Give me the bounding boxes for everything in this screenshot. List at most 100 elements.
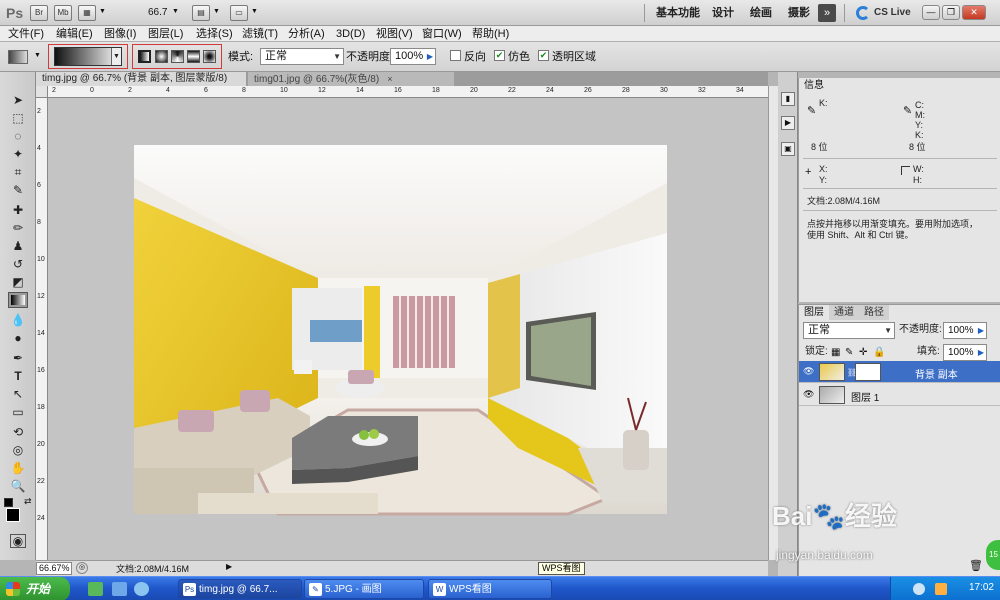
- zoom-tool-icon[interactable]: 🔍: [8, 478, 28, 494]
- screen-mode-icon[interactable]: ▭: [230, 5, 248, 21]
- chevron-down-icon[interactable]: ▼: [213, 8, 220, 15]
- quick-launch-icon[interactable]: [112, 582, 127, 596]
- cs-live-button[interactable]: CS Live: [874, 4, 911, 22]
- fill-input[interactable]: 100% ▶: [943, 344, 987, 361]
- task-paint[interactable]: ✎ 5.JPG - 画图: [304, 579, 424, 599]
- swap-colors-icon[interactable]: ⇄: [24, 496, 32, 507]
- menu-edit[interactable]: 编辑(E): [56, 27, 93, 41]
- shape-tool-icon[interactable]: ▭: [8, 404, 28, 420]
- close-button[interactable]: ✕: [962, 5, 986, 20]
- linear-gradient-icon[interactable]: [138, 50, 151, 63]
- mini-bridge-button[interactable]: Mb: [54, 5, 72, 21]
- quick-launch-icon[interactable]: [88, 582, 103, 596]
- menu-view[interactable]: 视图(V): [376, 27, 413, 41]
- zoom-level[interactable]: 66.7: [148, 4, 167, 22]
- tab-info[interactable]: 信息: [799, 78, 829, 93]
- chevron-down-icon[interactable]: ▼: [172, 8, 179, 15]
- chevron-down-icon[interactable]: ▼: [111, 48, 121, 65]
- mode-select[interactable]: 正常 ▼: [260, 48, 344, 65]
- tab-channels[interactable]: 通道: [829, 305, 859, 320]
- opacity-input[interactable]: 100% ▶: [390, 48, 436, 65]
- gradient-tool-preset-icon[interactable]: [8, 50, 28, 64]
- menu-select[interactable]: 选择(S): [196, 27, 233, 41]
- transparency-checkbox[interactable]: ✔: [538, 50, 549, 61]
- start-button[interactable]: 开始: [0, 577, 70, 600]
- task-wps-viewer[interactable]: W WPS看图: [428, 579, 552, 599]
- quick-mask-icon[interactable]: ◉: [10, 534, 26, 548]
- quick-launch-icon[interactable]: [134, 582, 149, 596]
- eye-icon[interactable]: 👁: [803, 389, 814, 400]
- layer-row-layer-1[interactable]: 👁 图层 1: [799, 384, 1000, 406]
- chevron-right-icon[interactable]: ▶: [226, 562, 232, 571]
- eraser-tool-icon[interactable]: ◩: [8, 274, 28, 290]
- type-tool-icon[interactable]: T: [8, 368, 28, 384]
- gradient-tool-icon[interactable]: [8, 292, 28, 308]
- task-photoshop[interactable]: Ps timg.jpg @ 66.7...: [178, 579, 302, 599]
- workspace-painting[interactable]: 绘画: [744, 4, 778, 22]
- menu-layer[interactable]: 图层(L): [148, 27, 183, 41]
- more-workspaces-button[interactable]: »: [818, 4, 836, 22]
- 3d-rotate-tool-icon[interactable]: ⟲: [8, 424, 28, 440]
- angle-gradient-icon[interactable]: [171, 50, 184, 63]
- layer-mask-thumbnail[interactable]: [855, 363, 881, 381]
- lock-transparency-icon[interactable]: ▦: [831, 347, 840, 358]
- crop-tool-icon[interactable]: ⌗: [8, 164, 28, 180]
- path-selection-tool-icon[interactable]: ↖: [8, 386, 28, 402]
- navigator-icon[interactable]: ▶: [781, 116, 795, 130]
- vertical-scrollbar[interactable]: [768, 86, 778, 560]
- move-tool-icon[interactable]: ➤: [8, 92, 28, 108]
- workspace-photography[interactable]: 摄影: [782, 4, 816, 22]
- lock-pixels-icon[interactable]: ✎: [845, 347, 853, 358]
- lock-position-icon[interactable]: ✛: [859, 347, 867, 358]
- diamond-gradient-icon[interactable]: [203, 50, 216, 63]
- menu-filter[interactable]: 滤镜(T): [242, 27, 278, 41]
- minimize-button[interactable]: —: [922, 5, 940, 20]
- delete-layer-icon[interactable]: 🗑: [969, 559, 983, 572]
- close-tab-icon[interactable]: ×: [387, 74, 392, 84]
- network-icon[interactable]: [913, 583, 925, 595]
- quick-selection-tool-icon[interactable]: ✦: [8, 146, 28, 162]
- ruler-origin[interactable]: [36, 86, 48, 98]
- menu-analysis[interactable]: 分析(A): [288, 27, 325, 41]
- tab-timg[interactable]: timg.jpg @ 66.7% (背景 副本, 图层蒙版/8) *×: [36, 72, 246, 99]
- brush-tool-icon[interactable]: ✏: [8, 220, 28, 236]
- bridge-button[interactable]: Br: [30, 5, 48, 21]
- notification-badge[interactable]: 15: [986, 540, 1000, 570]
- status-zoom[interactable]: 66.67%: [36, 562, 72, 575]
- vertical-ruler[interactable]: 2 4 6 8 10 12 14 16 18 20 22 24: [36, 98, 48, 560]
- gradient-editor-swatch[interactable]: ▼: [54, 47, 122, 66]
- default-colors-icon[interactable]: [4, 498, 13, 507]
- tab-layers[interactable]: 图层: [799, 305, 829, 320]
- pen-tool-icon[interactable]: ✒: [8, 350, 28, 366]
- reflected-gradient-icon[interactable]: [187, 50, 200, 63]
- layer-name[interactable]: 背景 副本: [915, 366, 958, 381]
- chevron-down-icon[interactable]: ▼: [34, 52, 41, 59]
- document-image[interactable]: [48, 98, 768, 560]
- layer-row-background-copy[interactable]: 👁 ⛓ 背景 副本: [799, 361, 1000, 383]
- eye-icon[interactable]: 👁: [803, 366, 814, 377]
- lasso-tool-icon[interactable]: ◌: [8, 128, 28, 144]
- chevron-down-icon[interactable]: ▼: [99, 8, 106, 15]
- histogram-icon[interactable]: ▮: [781, 92, 795, 106]
- blend-mode-select[interactable]: 正常 ▼: [803, 322, 895, 339]
- horizontal-ruler[interactable]: 2 0 2 4 6 8 10 12 14 16 18 20 22 24 26 28 30 32 34: [48, 86, 768, 98]
- chevron-down-icon[interactable]: ▼: [251, 8, 258, 15]
- layer-opacity-input[interactable]: 100% ▶: [943, 322, 987, 339]
- restore-button[interactable]: ❐: [942, 5, 960, 20]
- tab-paths[interactable]: 路径: [859, 305, 889, 320]
- blur-tool-icon[interactable]: 💧: [8, 312, 28, 328]
- arrange-documents-icon[interactable]: ▤: [192, 5, 210, 21]
- lock-all-icon[interactable]: 🔒: [873, 347, 885, 358]
- menu-window[interactable]: 窗口(W): [422, 27, 462, 41]
- hand-tool-icon[interactable]: ✋: [8, 460, 28, 476]
- workspace-essentials[interactable]: 基本功能: [650, 4, 706, 22]
- history-brush-tool-icon[interactable]: ↺: [8, 256, 28, 272]
- status-info-icon[interactable]: ◎: [76, 562, 88, 574]
- foreground-color-swatch[interactable]: [6, 508, 20, 522]
- menu-file[interactable]: 文件(F): [8, 27, 44, 41]
- dither-checkbox[interactable]: ✔: [494, 50, 505, 61]
- layer-name[interactable]: 图层 1: [851, 389, 879, 404]
- canvas-area[interactable]: [48, 98, 768, 560]
- clone-stamp-tool-icon[interactable]: ♟: [8, 238, 28, 254]
- marquee-tool-icon[interactable]: ⬚: [8, 110, 28, 126]
